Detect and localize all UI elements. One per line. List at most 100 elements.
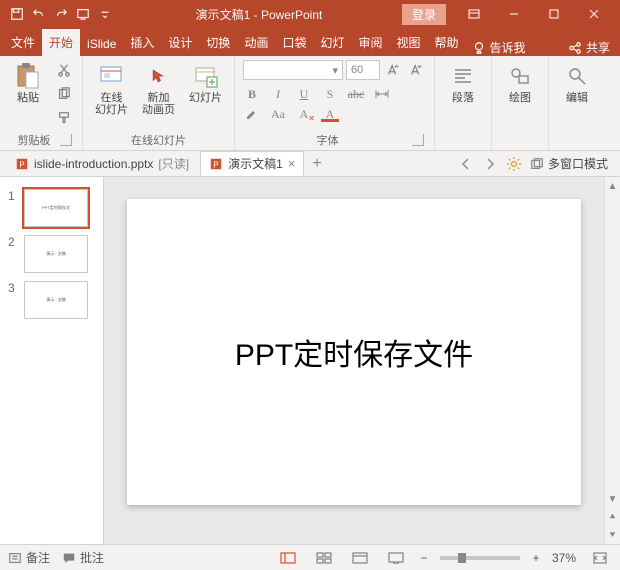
doctab-2[interactable]: P 演示文稿1 ×	[200, 151, 304, 176]
tab-islide[interactable]: iSlide	[80, 32, 123, 56]
reading-view-icon[interactable]	[348, 549, 372, 567]
tab-transitions[interactable]: 切换	[199, 29, 237, 56]
group-slides: 在线 幻灯片 新加 动画页 幻灯片 在线幻灯片	[83, 56, 235, 150]
tab-help[interactable]: 帮助	[428, 29, 466, 56]
zoom-slider[interactable]	[440, 556, 520, 560]
cut-icon[interactable]	[54, 60, 74, 80]
paste-button[interactable]: 粘贴	[8, 60, 48, 106]
doctab-close-icon[interactable]: ×	[288, 156, 296, 171]
multi-window-button[interactable]: 多窗口模式	[530, 155, 608, 172]
group-clipboard: 粘贴 剪贴板	[0, 56, 83, 150]
next-slide-icon[interactable]: ⯆	[605, 526, 620, 544]
doctab-add-icon[interactable]: +	[306, 155, 327, 173]
drawing-button[interactable]: 绘图	[500, 60, 540, 106]
nav-left-icon[interactable]	[458, 156, 474, 172]
font-family-input[interactable]: ▾	[243, 60, 343, 80]
start-from-beginning-icon[interactable]	[72, 3, 94, 25]
italic-icon[interactable]: I	[269, 86, 287, 102]
shadow-icon[interactable]: S	[321, 86, 339, 102]
clipboard-launcher-icon[interactable]	[60, 134, 72, 146]
spacing-icon[interactable]	[373, 86, 391, 102]
slideshow-view-icon[interactable]	[384, 549, 408, 567]
close-icon[interactable]	[574, 0, 614, 28]
highlight-icon[interactable]	[243, 106, 261, 122]
zoom-value[interactable]: 37%	[552, 551, 576, 565]
tab-home[interactable]: 开始	[42, 29, 80, 56]
doctab-1-name: islide-introduction.pptx	[34, 157, 153, 171]
zoom-out-icon[interactable]: −	[420, 551, 428, 565]
tab-view[interactable]: 视图	[390, 29, 428, 56]
strike-icon[interactable]: abc	[347, 86, 365, 102]
tab-insert[interactable]: 插入	[123, 29, 161, 56]
new-slide-button[interactable]: 幻灯片	[185, 60, 226, 106]
doctab-1[interactable]: P islide-introduction.pptx [只读]	[6, 151, 198, 176]
scroll-down-icon[interactable]: ▼	[605, 490, 620, 508]
tell-me[interactable]: 告诉我	[466, 39, 532, 56]
workspace: 1PPT定时保存文 2演示 · 文稿 3演示 · 文稿 PPT定时保存文件 ▲ …	[0, 177, 620, 544]
maximize-icon[interactable]	[534, 0, 574, 28]
share-button[interactable]: 共享	[558, 39, 620, 56]
ribbon: 粘贴 剪贴板 在线 幻灯片 新加 动画页 幻灯片 在线幻灯	[0, 56, 620, 151]
share-label: 共享	[586, 39, 610, 56]
redo-icon[interactable]	[50, 3, 72, 25]
shrink-font-icon[interactable]	[406, 60, 426, 80]
svg-text:P: P	[19, 160, 24, 169]
thumb-2[interactable]: 2演示 · 文稿	[0, 231, 103, 277]
thumbnail-pane[interactable]: 1PPT定时保存文 2演示 · 文稿 3演示 · 文稿	[0, 177, 104, 544]
vertical-scrollbar[interactable]: ▲ ▼ ⯅ ⯆	[604, 177, 620, 544]
multi-window-label: 多窗口模式	[548, 155, 608, 172]
thumb-1[interactable]: 1PPT定时保存文	[0, 185, 103, 231]
tab-review[interactable]: 审阅	[351, 29, 389, 56]
doctab-2-name: 演示文稿1	[228, 155, 283, 172]
format-painter-icon[interactable]	[54, 108, 74, 128]
minimize-icon[interactable]	[494, 0, 534, 28]
thumb-3[interactable]: 3演示 · 文稿	[0, 277, 103, 323]
nav-right-icon[interactable]	[482, 156, 498, 172]
ribbon-display-icon[interactable]	[454, 0, 494, 28]
normal-view-icon[interactable]	[276, 549, 300, 567]
change-case-icon[interactable]: Aa	[269, 106, 287, 122]
paragraph-button[interactable]: 段落	[443, 60, 483, 106]
prev-slide-icon[interactable]: ⯅	[605, 508, 620, 526]
font-size-input[interactable]: 60	[346, 60, 380, 80]
bold-icon[interactable]: B	[243, 86, 261, 102]
font-launcher-icon[interactable]	[412, 134, 424, 146]
editing-label: 编辑	[566, 92, 588, 104]
save-icon[interactable]	[6, 3, 28, 25]
slide-title-text[interactable]: PPT定时保存文件	[235, 330, 473, 374]
new-anim-button[interactable]: 新加 动画页	[138, 60, 179, 118]
drawing-label: 绘图	[509, 92, 531, 104]
undo-icon[interactable]	[28, 3, 50, 25]
zoom-in-icon[interactable]: +	[532, 551, 540, 565]
tab-slideshow[interactable]: 幻灯	[313, 29, 351, 56]
clear-format-icon[interactable]: A✕	[295, 106, 313, 122]
scroll-up-icon[interactable]: ▲	[605, 177, 620, 195]
window-title: 演示文稿1 - PowerPoint	[116, 6, 402, 23]
comments-button[interactable]: 批注	[62, 549, 104, 566]
underline-icon[interactable]: U	[295, 86, 313, 102]
tab-pocket[interactable]: 口袋	[275, 29, 313, 56]
slide[interactable]: PPT定时保存文件	[127, 199, 581, 505]
status-bar: 备注 批注 − + 37%	[0, 544, 620, 570]
paste-label: 粘贴	[17, 92, 39, 104]
fit-window-icon[interactable]	[588, 549, 612, 567]
tab-file[interactable]: 文件	[4, 29, 42, 56]
tab-animations[interactable]: 动画	[237, 29, 275, 56]
editing-button[interactable]: 编辑	[557, 60, 597, 106]
notes-button[interactable]: 备注	[8, 549, 50, 566]
online-slides-button[interactable]: 在线 幻灯片	[91, 60, 132, 118]
notes-label: 备注	[26, 549, 50, 566]
group-clipboard-label: 剪贴板	[8, 130, 60, 148]
slide-canvas[interactable]: PPT定时保存文件	[104, 177, 604, 544]
login-button[interactable]: 登录	[402, 4, 446, 25]
grow-font-icon[interactable]	[383, 60, 403, 80]
font-color-icon[interactable]: A	[321, 106, 339, 122]
online-slides-label: 在线 幻灯片	[95, 92, 128, 116]
copy-icon[interactable]	[54, 84, 74, 104]
comments-label: 批注	[80, 549, 104, 566]
gear-icon[interactable]	[506, 156, 522, 172]
group-editing: 编辑	[549, 56, 605, 150]
sorter-view-icon[interactable]	[312, 549, 336, 567]
tab-design[interactable]: 设计	[161, 29, 199, 56]
qat-dropdown-icon[interactable]	[94, 3, 116, 25]
